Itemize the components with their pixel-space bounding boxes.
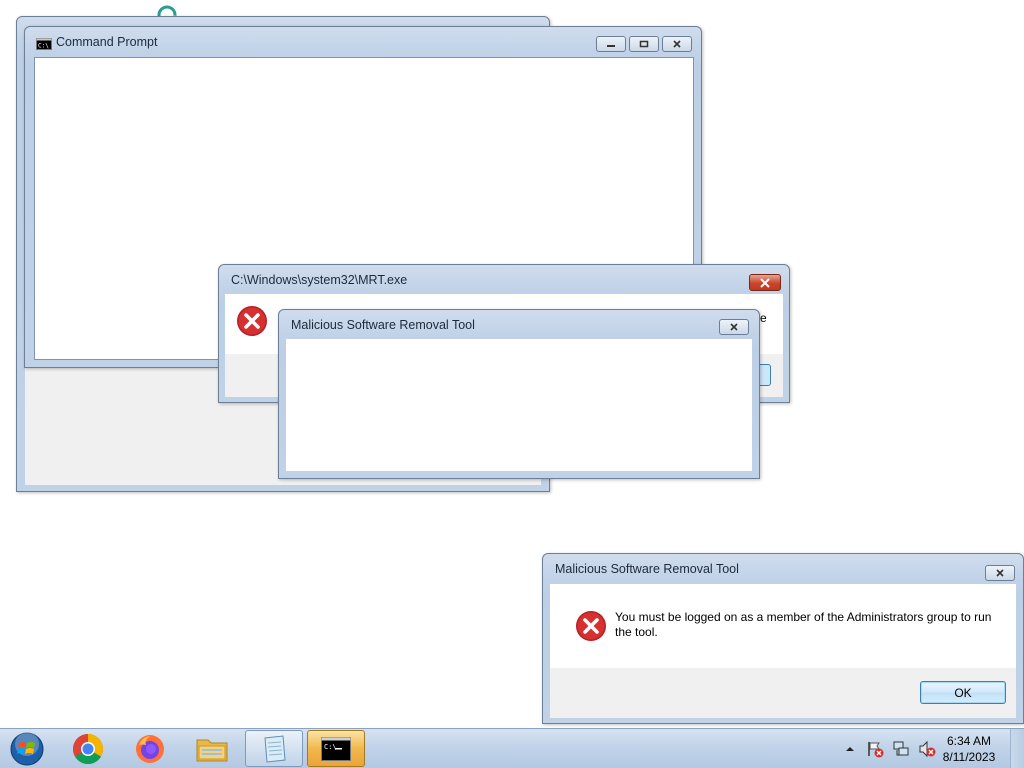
taskbar-firefox[interactable] bbox=[121, 730, 179, 767]
close-icon bbox=[996, 569, 1004, 577]
taskbar: C:\ 6:34 AM 8/11/2023 bbox=[0, 728, 1024, 768]
command-prompt-small-icon: C:\ bbox=[36, 38, 52, 50]
volume-muted-icon[interactable] bbox=[918, 740, 936, 758]
close-button[interactable] bbox=[662, 36, 692, 52]
error-text-fragment: e bbox=[760, 311, 767, 325]
window-title: C:\Windows\system32\MRT.exe bbox=[231, 273, 408, 287]
svg-text:C:\: C:\ bbox=[324, 743, 337, 751]
window-title: Command Prompt bbox=[56, 35, 158, 49]
close-button[interactable] bbox=[749, 274, 781, 291]
start-orb-icon bbox=[10, 731, 44, 765]
file-explorer-icon bbox=[196, 739, 228, 761]
show-hidden-icons-icon[interactable] bbox=[844, 743, 856, 755]
taskbar-file-explorer[interactable] bbox=[183, 730, 241, 767]
action-center-flag-icon[interactable] bbox=[866, 740, 884, 758]
window-title: Malicious Software Removal Tool bbox=[291, 318, 475, 332]
clock-date: 8/11/2023 bbox=[942, 750, 996, 764]
mrt-blank-dialog[interactable]: Malicious Software Removal Tool bbox=[278, 309, 760, 479]
clock-time: 6:34 AM bbox=[946, 734, 992, 748]
mrt-message-dialog[interactable]: Malicious Software Removal Tool You must… bbox=[542, 553, 1024, 724]
error-icon bbox=[237, 306, 267, 336]
taskbar-notepad[interactable] bbox=[245, 730, 303, 767]
dialog-body bbox=[286, 339, 752, 471]
close-button[interactable] bbox=[985, 565, 1015, 581]
error-message: You must be logged on as a member of the… bbox=[615, 610, 992, 639]
minimize-button[interactable] bbox=[596, 36, 626, 52]
show-desktop-button[interactable] bbox=[1010, 729, 1024, 768]
close-icon bbox=[673, 40, 681, 48]
taskbar-command-prompt[interactable]: C:\ bbox=[307, 730, 365, 767]
command-prompt-icon: C:\ bbox=[321, 736, 351, 761]
minimize-icon bbox=[607, 45, 615, 47]
close-button[interactable] bbox=[719, 319, 749, 335]
ok-button-fragment[interactable] bbox=[759, 364, 771, 386]
network-icon[interactable] bbox=[892, 740, 910, 758]
taskbar-chrome[interactable] bbox=[59, 730, 117, 767]
error-icon bbox=[576, 611, 606, 641]
maximize-icon bbox=[639, 40, 649, 48]
notification-area bbox=[844, 729, 936, 768]
notepad-icon bbox=[264, 734, 286, 763]
firefox-icon bbox=[136, 734, 164, 763]
svg-text:C:\: C:\ bbox=[38, 43, 49, 50]
maximize-button[interactable] bbox=[629, 36, 659, 52]
system-clock[interactable]: 6:34 AM 8/11/2023 bbox=[938, 733, 1000, 765]
window-title: Malicious Software Removal Tool bbox=[555, 562, 739, 576]
start-button[interactable] bbox=[0, 730, 54, 767]
close-icon bbox=[730, 323, 738, 331]
chrome-icon bbox=[72, 733, 104, 764]
close-icon bbox=[760, 277, 770, 288]
ok-button[interactable]: OK bbox=[920, 681, 1006, 704]
